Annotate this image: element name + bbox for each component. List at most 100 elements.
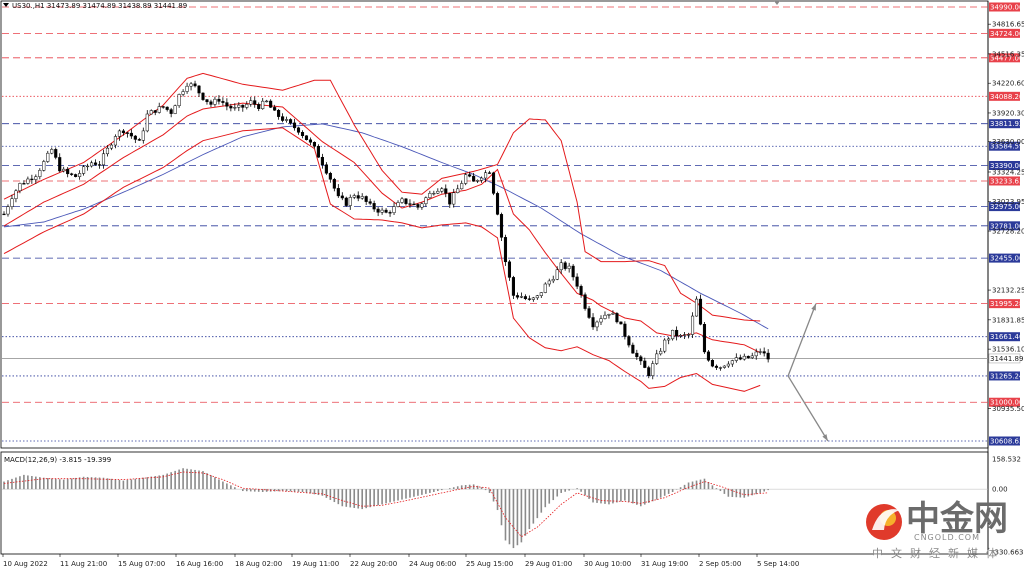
candle-body (440, 188, 444, 192)
candle-body (491, 172, 496, 194)
candle-body (332, 179, 336, 189)
price-tick-label: 33920.30 (992, 109, 1024, 117)
candle-body (312, 142, 316, 147)
candle-body (173, 105, 177, 114)
candle-body (667, 338, 671, 341)
candle-body (627, 336, 631, 346)
candle-body (320, 156, 324, 165)
candle-body (583, 294, 587, 309)
price-tick-label: 31831.85 (992, 316, 1024, 324)
time-label: 10 Aug 2022 (3, 560, 48, 568)
candle-body (50, 149, 54, 154)
candle-body (690, 315, 695, 335)
candle-body (591, 317, 595, 328)
candle-body (105, 147, 110, 155)
candle-body (185, 85, 189, 92)
candle-body (113, 136, 117, 146)
price-tick-label: 33023.95 (992, 198, 1024, 206)
candle-body (10, 198, 14, 207)
candle-body (18, 183, 22, 192)
candle-body (428, 193, 432, 199)
time-label: 31 Aug 19:00 (641, 560, 688, 568)
macd-tick-label: 0.00 (992, 486, 1008, 494)
price-panel-frame (0, 0, 989, 449)
candle-body (527, 298, 531, 300)
candle-body (308, 139, 313, 143)
candle-body (292, 122, 297, 129)
candle-body (304, 135, 309, 141)
candle-body (718, 367, 722, 369)
candle-body (519, 296, 523, 298)
candle-body (424, 197, 428, 205)
candle-body (372, 203, 376, 210)
candle-body (181, 91, 185, 95)
candle-body (277, 110, 281, 117)
candle-body (464, 174, 468, 184)
candle-body (476, 180, 480, 182)
candle-body (269, 100, 273, 108)
candle-body (300, 132, 305, 137)
candle-body (651, 363, 655, 376)
candle-body (133, 135, 137, 140)
time-label: 24 Aug 06:00 (409, 560, 456, 568)
watermark: 中金网 CNGOLD.COM 中文财经新媒体 (866, 499, 1008, 560)
candle-body (261, 100, 265, 109)
candle-body (671, 329, 675, 340)
candle-body (746, 355, 750, 359)
candle-body (726, 363, 730, 367)
candle-body (420, 203, 424, 208)
candle-body (193, 83, 197, 87)
level-value: 33233.63 (990, 177, 1023, 185)
level-value: 30608.62 (990, 438, 1023, 446)
time-label: 11 Aug 21:00 (60, 560, 107, 568)
level-value: 32455.00 (990, 255, 1023, 263)
candle-body (257, 104, 261, 109)
candle-body (109, 144, 114, 149)
price-tick-label: 33630.00 (992, 138, 1024, 146)
candle-body (460, 183, 464, 190)
price-tick-label: 34220.60 (992, 80, 1024, 88)
candle-body (316, 146, 320, 158)
candle-body (253, 100, 257, 105)
candle-body (647, 367, 651, 376)
candle-body (376, 208, 380, 213)
candle-body (137, 139, 141, 141)
candle-body (659, 350, 663, 355)
candle-body (730, 360, 734, 365)
candle-body (631, 344, 635, 354)
candle-body (468, 174, 472, 177)
candle-body (484, 172, 488, 179)
candle-body (396, 202, 400, 207)
time-label: 19 Aug 11:00 (292, 560, 339, 568)
candle-body (738, 357, 742, 360)
candle-body (567, 265, 571, 269)
candle-body (6, 206, 10, 215)
candle-body (82, 166, 86, 174)
candle-body (101, 153, 106, 166)
candle-body (511, 277, 515, 296)
candle-body (535, 295, 539, 299)
candle-body (34, 176, 38, 180)
watermark-url: CNGOLD.COM (914, 533, 980, 542)
candle-body (145, 113, 149, 132)
candle-body (289, 119, 293, 124)
candle-body (480, 177, 484, 181)
candle-body (499, 214, 504, 238)
candle-body (444, 188, 448, 194)
candle-body (117, 130, 121, 137)
time-label: 5 Sep 14:00 (757, 560, 799, 568)
candle-body (448, 192, 452, 205)
candle-body (722, 365, 726, 368)
candle-body (328, 172, 332, 180)
price-tick-label: 32132.25 (992, 287, 1024, 295)
candle-body (22, 183, 26, 185)
candle-body (14, 190, 18, 199)
candle-body (495, 193, 500, 215)
current-price-value: 31441.89 (990, 355, 1023, 363)
candle-body (78, 173, 82, 177)
candle-body (141, 130, 145, 141)
candle-body (364, 196, 368, 202)
candle-body (93, 162, 98, 165)
candle-body (555, 269, 559, 280)
candle-body (750, 355, 754, 359)
